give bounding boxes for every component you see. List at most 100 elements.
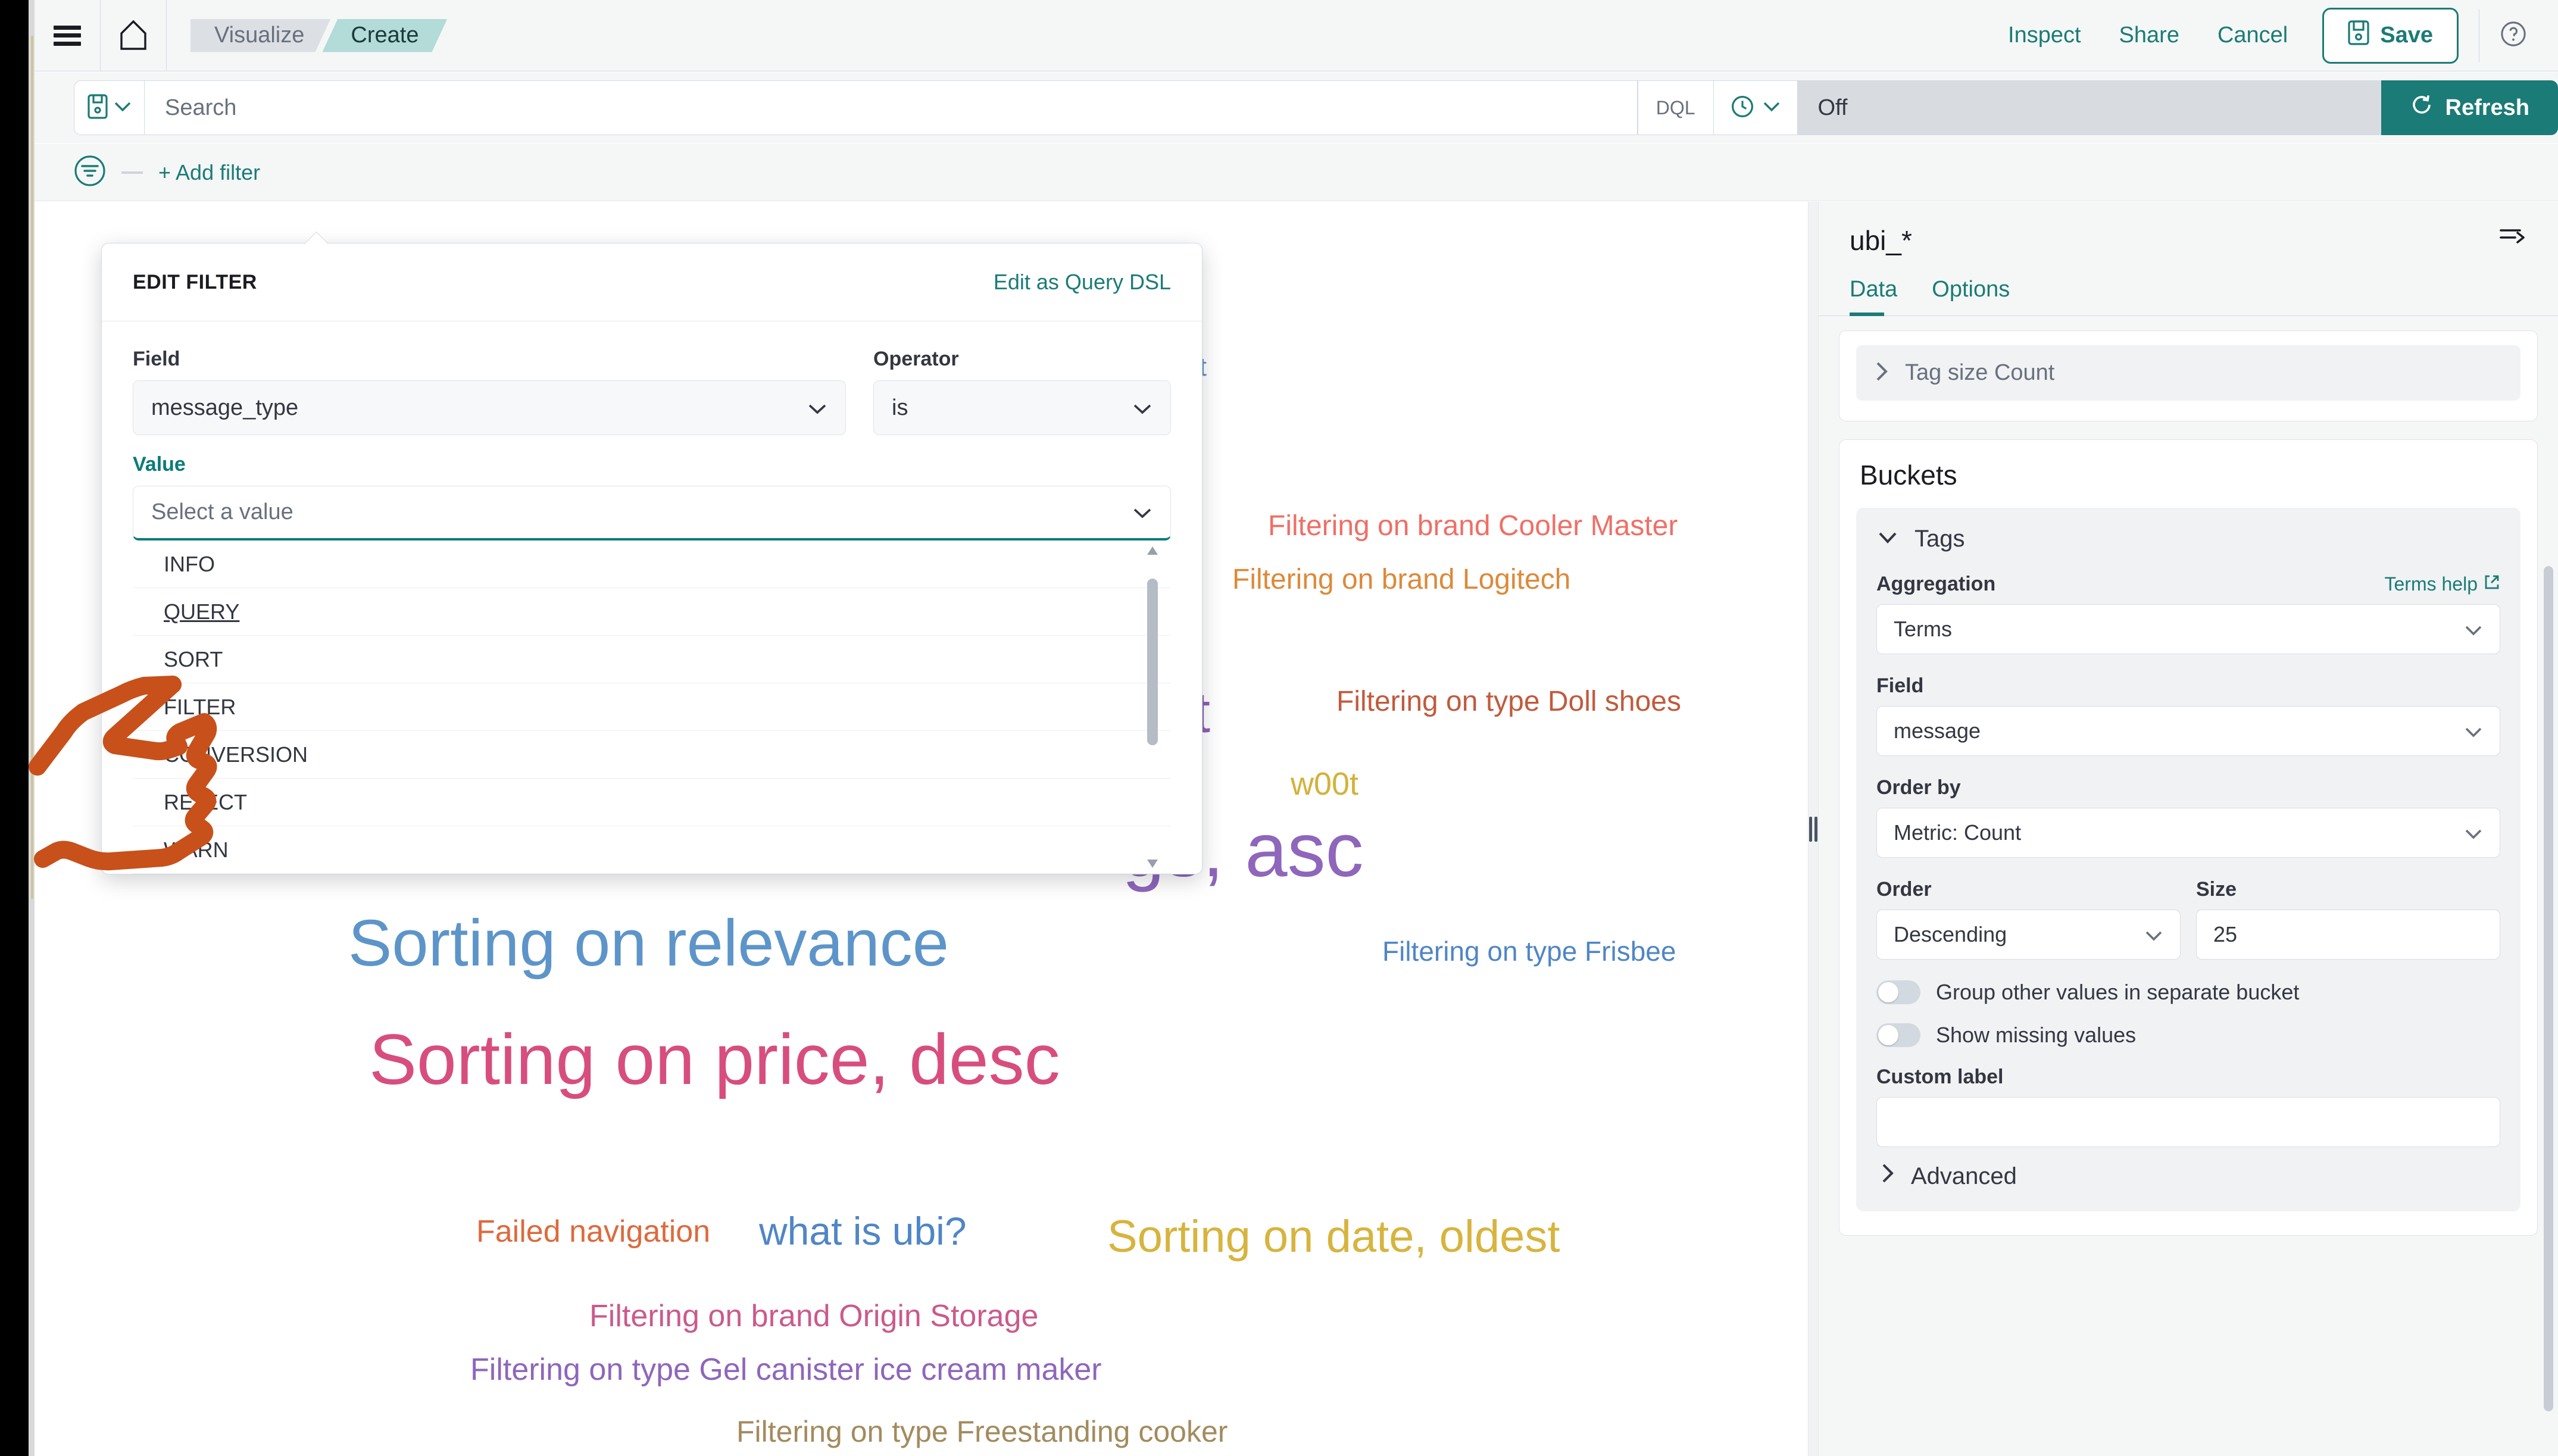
metric-row-tag-size-count[interactable]: Tag size Count — [1856, 345, 2520, 401]
bucket-tags-header[interactable]: Tags — [1876, 526, 2500, 552]
aggregation-select[interactable]: Terms — [1876, 604, 2500, 654]
order-by-select[interactable]: Metric: Count — [1876, 808, 2500, 858]
breadcrumb-visualize-label: Visualize — [214, 23, 304, 48]
save-button[interactable]: Save — [2322, 8, 2459, 64]
word-cloud-term[interactable]: Filtering on type Frisbee — [1382, 938, 1676, 965]
share-button[interactable]: Share — [2100, 23, 2198, 48]
advanced-section-toggle[interactable]: Advanced — [1876, 1147, 2500, 1191]
word-cloud-term[interactable]: Filtering on type Gel canister ice cream… — [470, 1354, 1102, 1385]
terms-help-link[interactable]: Terms help — [2385, 573, 2501, 595]
popover-title: EDIT FILTER — [133, 271, 257, 294]
order-select[interactable]: Descending — [1876, 910, 2181, 960]
field-value: message_type — [151, 395, 298, 421]
home-icon — [119, 20, 148, 51]
metric-label: Tag size Count — [1905, 360, 2054, 386]
hamburger-menu-button[interactable] — [35, 0, 100, 71]
left-edge-accent — [31, 36, 33, 899]
visualization-editor-sidebar: ubi_* Data Options Tag size Count — [1819, 202, 2558, 1456]
breadcrumb-create[interactable]: Create — [322, 19, 447, 52]
operator-select[interactable]: is — [873, 380, 1171, 435]
value-option-reject[interactable]: REJECT — [133, 779, 1171, 826]
cancel-button[interactable]: Cancel — [2198, 23, 2307, 48]
breadcrumb-visualize[interactable]: Visualize — [190, 19, 330, 52]
field-select[interactable]: message_type — [133, 380, 846, 435]
word-cloud-term[interactable]: what is ubi? — [759, 1211, 967, 1251]
word-cloud-term[interactable]: Sorting on date, oldest — [1107, 1214, 1560, 1260]
panel-resize-handle[interactable] — [1808, 202, 1819, 1456]
bucket-field-select[interactable]: message — [1876, 706, 2500, 756]
order-label: Order — [1876, 878, 2181, 901]
show-missing-values-toggle-row[interactable]: Show missing values — [1876, 1023, 2500, 1048]
refresh-button[interactable]: Refresh — [2381, 80, 2558, 135]
top-navigation-bar: Visualize Create Inspect Share Cancel Sa… — [35, 0, 2558, 71]
word-cloud-term[interactable]: Filtering on brand Origin Storage — [589, 1301, 1038, 1332]
chevron-down-icon — [807, 395, 827, 421]
chevron-right-icon — [1880, 1161, 1895, 1191]
resize-grip-icon — [1808, 817, 1819, 842]
value-group: Value Select a value — [133, 453, 1171, 540]
collapse-panel-icon[interactable] — [2498, 224, 2527, 249]
order-by-value: Metric: Count — [1894, 820, 2021, 845]
inspect-button[interactable]: Inspect — [1989, 23, 2100, 48]
value-combobox[interactable]: Select a value — [133, 486, 1171, 540]
chevron-down-icon — [2464, 820, 2483, 845]
options-scrollbar-thumb[interactable] — [1147, 579, 1158, 745]
bucket-name-label: Tags — [1914, 526, 1965, 552]
home-button[interactable] — [101, 0, 166, 71]
clock-icon — [1731, 95, 1754, 121]
time-range-value[interactable]: Off — [1798, 80, 2381, 135]
time-picker-button[interactable] — [1714, 80, 1798, 135]
saved-query-button[interactable] — [74, 80, 144, 135]
sidebar-tabs: Data Options — [1819, 277, 2558, 316]
help-button[interactable] — [2479, 20, 2544, 51]
order-by-label: Order by — [1876, 776, 2500, 799]
size-label: Size — [2196, 878, 2500, 901]
chevron-down-icon — [114, 101, 132, 115]
word-cloud-term[interactable]: Filtering on type Freestanding cooker — [736, 1417, 1228, 1446]
value-option-query[interactable]: QUERY — [133, 588, 1171, 636]
value-option-sort[interactable]: SORT — [133, 636, 1171, 683]
chevron-right-icon — [1874, 360, 1889, 386]
search-input[interactable] — [165, 95, 1637, 121]
group-other-values-toggle[interactable] — [1876, 980, 1920, 1004]
custom-label-label: Custom label — [1876, 1066, 2500, 1089]
size-input[interactable]: 25 — [2196, 910, 2500, 960]
word-cloud-term[interactable]: Filtering on type Doll shoes — [1336, 688, 1681, 716]
word-cloud-term[interactable]: Filtering on brand Logitech — [1232, 565, 1570, 594]
value-option-warn[interactable]: WARN — [133, 826, 1171, 874]
query-language-button[interactable]: DQL — [1638, 80, 1714, 135]
value-option-info[interactable]: INFO — [133, 540, 1171, 588]
search-field-wrapper — [144, 80, 1638, 135]
word-cloud-term[interactable]: Filtering on brand Cooler Master — [1268, 512, 1678, 540]
operator-value: is — [892, 395, 908, 421]
options-scroll-up-arrow[interactable] — [1147, 546, 1158, 555]
word-cloud-term[interactable]: w00t — [1291, 768, 1358, 800]
bucket-field-label: Field — [1876, 674, 2500, 698]
size-value: 25 — [2213, 922, 2237, 947]
edit-as-query-dsl-link[interactable]: Edit as Query DSL — [994, 270, 1171, 295]
refresh-button-label: Refresh — [2445, 95, 2530, 121]
chevron-down-icon — [1132, 395, 1152, 421]
word-cloud-term[interactable]: Sorting on relevance — [348, 911, 949, 976]
group-other-values-toggle-row[interactable]: Group other values in separate bucket — [1876, 980, 2500, 1005]
value-option-conversion[interactable]: CONVERSION — [133, 731, 1171, 779]
nav-divider-2 — [166, 0, 167, 71]
word-cloud-term[interactable]: Failed navigation — [476, 1216, 710, 1247]
filter-funnel-icon[interactable] — [74, 155, 106, 190]
value-options-list[interactable]: INFOQUERYSORTFILTERCONVERSIONREJECTWARN — [133, 540, 1171, 874]
sidebar-header: ubi_* — [1819, 202, 2558, 257]
options-scroll-down-arrow[interactable] — [1147, 860, 1158, 868]
tab-options[interactable]: Options — [1932, 277, 2020, 315]
sidebar-scrollbar[interactable] — [2544, 566, 2553, 1411]
buckets-card: Buckets Tags Aggregation Terms help — [1839, 439, 2538, 1236]
add-filter-button[interactable]: + Add filter — [158, 160, 260, 185]
chevron-down-icon — [1876, 530, 1899, 548]
bucket-field-value: message — [1894, 718, 1981, 743]
left-edge-strip — [0, 0, 29, 1456]
tab-data[interactable]: Data — [1850, 277, 1908, 315]
show-missing-values-toggle[interactable] — [1876, 1023, 1920, 1047]
saved-query-icon — [88, 94, 108, 122]
value-option-filter[interactable]: FILTER — [133, 683, 1171, 731]
word-cloud-term[interactable]: Sorting on price, desc — [369, 1024, 1060, 1095]
custom-label-input[interactable] — [1876, 1097, 2500, 1147]
